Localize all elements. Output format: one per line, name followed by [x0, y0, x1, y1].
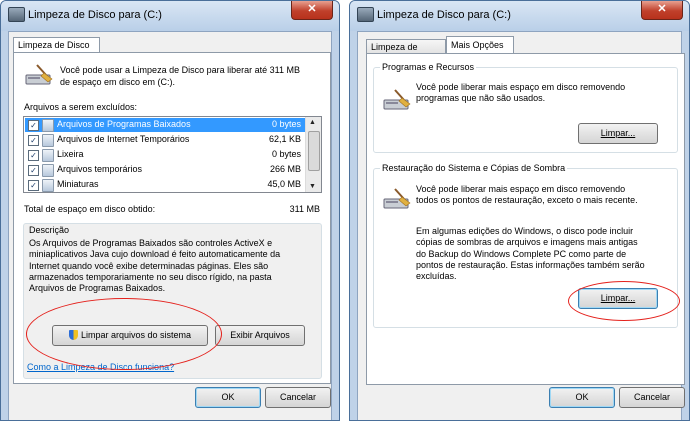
file-type-icon: [42, 119, 54, 132]
list-item-name: Arquivos de Internet Temporários: [57, 134, 190, 144]
recycle-bin-icon: [42, 149, 54, 162]
total-space-value: 311 MB: [289, 204, 320, 214]
list-item[interactable]: ✓ Arquivos temporários 266 MB: [25, 163, 305, 177]
list-item-name: Arquivos de Programas Baixados: [57, 119, 191, 129]
restore-cleanup-label: Limpar...: [600, 293, 636, 303]
disk-cleanup-icon: [8, 7, 25, 22]
tab-disk-cleanup[interactable]: Limpeza de Disco: [13, 37, 100, 53]
tab-disk-cleanup[interactable]: Limpeza de Disco: [366, 39, 446, 67]
file-type-icon: [42, 179, 54, 192]
files-to-delete-list[interactable]: ✓ Arquivos de Programas Baixados 0 bytes…: [23, 116, 322, 193]
tab-panel: Programas e Recursos Você pode liberar m…: [366, 53, 685, 385]
cancel-button[interactable]: Cancelar: [265, 387, 331, 408]
programs-description: Você pode liberar mais espaço em disco r…: [416, 82, 626, 104]
files-list-label: Arquivos a serem excluídos:: [24, 102, 138, 112]
restore-description: Você pode liberar mais espaço em disco r…: [416, 184, 638, 206]
scrollbar-thumb[interactable]: [308, 131, 320, 171]
disk-cleanup-window-left: Limpeza de Disco para (C:) ✕ Limpeza de …: [0, 0, 340, 421]
description-label: Descrição: [29, 225, 70, 235]
list-item-size: 0 bytes: [271, 149, 301, 159]
total-space-label: Total de espaço em disco obtido:: [24, 204, 156, 214]
scroll-down-arrow-icon[interactable]: ▼: [309, 183, 316, 190]
restore-group-label: Restauração do Sistema e Cópias de Sombr…: [380, 163, 568, 173]
scroll-up-arrow-icon[interactable]: ▲: [309, 119, 316, 126]
programs-cleanup-button[interactable]: Limpar...: [578, 123, 658, 144]
checkbox[interactable]: ✓: [28, 165, 39, 176]
programs-cleanup-label: Limpar...: [600, 128, 636, 138]
file-type-icon: [42, 134, 54, 147]
list-scrollbar[interactable]: ▲ ▼: [305, 117, 321, 192]
tab-more-options[interactable]: Mais Opções: [446, 36, 514, 54]
checkbox[interactable]: ✓: [28, 135, 39, 146]
window-client: Limpeza de Disco Mais Opções Programas e…: [357, 31, 685, 420]
ok-button[interactable]: OK: [549, 387, 615, 408]
clean-system-files-button[interactable]: Limpar arquivos do sistema: [52, 325, 208, 346]
list-item-name: Arquivos temporários: [57, 164, 143, 174]
system-restore-group: Restauração do Sistema e Cópias de Sombr…: [373, 163, 678, 328]
window-title: Limpeza de Disco para (C:): [377, 9, 511, 21]
tab-panel: Você pode usar a Limpeza de Disco para l…: [13, 52, 331, 384]
list-item-name: Lixeira: [57, 149, 84, 159]
description-group: Descrição Os Arquivos de Programas Baixa…: [23, 223, 322, 379]
close-button[interactable]: ✕: [641, 1, 683, 20]
programs-features-group: Programas e Recursos Você pode liberar m…: [373, 62, 678, 153]
view-files-button[interactable]: Exibir Arquivos: [215, 325, 305, 346]
list-item-size: 62,1 KB: [268, 134, 301, 144]
list-item[interactable]: ✓ Arquivos de Internet Temporários 62,1 …: [25, 133, 305, 147]
window-client: Limpeza de Disco Você pode usar a Limpez…: [8, 31, 332, 420]
intro-line-2: de espaço em disco em (C:).: [60, 77, 176, 87]
programs-group-label: Programas e Recursos: [380, 62, 477, 72]
list-item-name: Miniaturas: [57, 179, 99, 189]
ok-button[interactable]: OK: [195, 387, 261, 408]
clean-system-files-label: Limpar arquivos do sistema: [80, 330, 192, 340]
intro-line-1: Você pode usar a Limpeza de Disco para l…: [60, 65, 300, 75]
drive-broom-icon: [25, 64, 53, 85]
list-item[interactable]: ✓ Arquivos de Programas Baixados 0 bytes: [25, 118, 305, 132]
restore-note: Em algumas edições do Windows, o disco p…: [416, 226, 645, 282]
disk-cleanup-window-right: Limpeza de Disco para (C:) ✕ Limpeza de …: [349, 0, 690, 421]
drive-broom-icon: [383, 188, 411, 209]
list-item-size: 45,0 MB: [267, 179, 301, 189]
uac-shield-icon: [68, 330, 78, 340]
checkbox[interactable]: ✓: [28, 180, 39, 191]
title-bar[interactable]: Limpeza de Disco para (C:) ✕: [350, 1, 689, 31]
checkbox[interactable]: ✓: [28, 120, 39, 131]
list-item-size: 0 bytes: [271, 119, 301, 129]
list-item[interactable]: ✓ Lixeira 0 bytes: [25, 148, 305, 162]
description-text: Os Arquivos de Programas Baixados são co…: [29, 238, 281, 294]
cancel-button[interactable]: Cancelar: [619, 387, 685, 408]
list-item-size: 266 MB: [269, 164, 301, 174]
restore-cleanup-button[interactable]: Limpar...: [578, 288, 658, 309]
file-type-icon: [42, 164, 54, 177]
list-item[interactable]: ✓ Miniaturas 45,0 MB: [25, 178, 305, 192]
title-bar[interactable]: Limpeza de Disco para (C:) ✕: [1, 1, 339, 31]
drive-broom-icon: [383, 89, 411, 110]
window-title: Limpeza de Disco para (C:): [28, 9, 162, 21]
help-link[interactable]: Como a Limpeza de Disco funciona?: [27, 362, 174, 372]
close-button[interactable]: ✕: [291, 1, 333, 20]
checkbox[interactable]: ✓: [28, 150, 39, 161]
disk-cleanup-icon: [357, 7, 374, 22]
